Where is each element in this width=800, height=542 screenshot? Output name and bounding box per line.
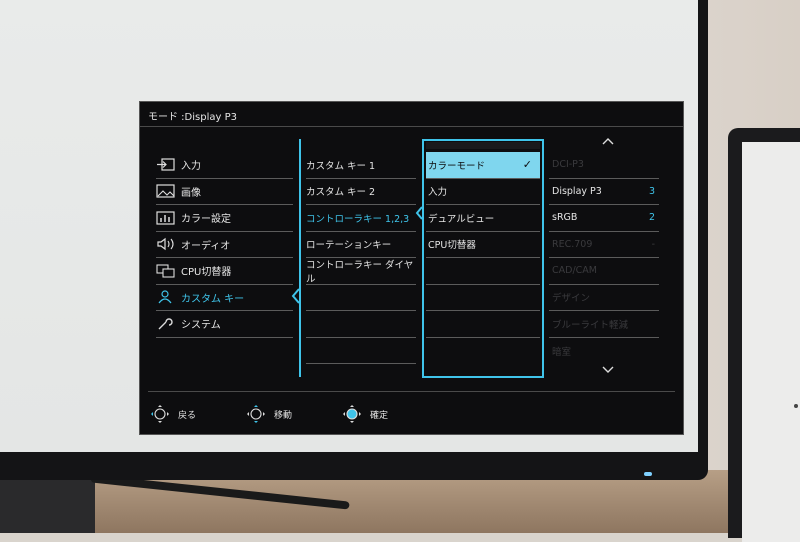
submenu-item[interactable]: コントローラキー ダイヤル bbox=[306, 258, 416, 285]
footer-move-label: 移動 bbox=[274, 410, 293, 421]
value-item[interactable]: sRGB 2 bbox=[549, 205, 659, 232]
second-monitor-screen bbox=[742, 142, 800, 542]
value-label: sRGB bbox=[552, 212, 578, 224]
option-item[interactable]: CPU切替器 bbox=[426, 232, 540, 258]
main-menu-item-audio[interactable]: オーディオ bbox=[156, 232, 293, 258]
option-empty-row bbox=[426, 258, 540, 285]
wrench-icon bbox=[156, 317, 176, 331]
value-item[interactable]: DCI-P3 bbox=[549, 152, 659, 179]
option-item-color-mode[interactable]: カラーモード ✓ bbox=[426, 152, 540, 179]
value-label: DCI-P3 bbox=[552, 159, 584, 171]
value-label: デザイン bbox=[552, 293, 591, 305]
submenu-empty-row bbox=[306, 311, 416, 338]
footer-back-label: 戻る bbox=[178, 410, 197, 421]
footer-confirm[interactable]: 確定 bbox=[340, 402, 388, 426]
osd-title-divider bbox=[140, 126, 683, 127]
main-menu-item-input[interactable]: 入力 bbox=[156, 152, 293, 179]
value-number: 3 bbox=[648, 185, 655, 197]
check-icon: ✓ bbox=[522, 158, 532, 171]
osd-menu: モード :Display P3 入力 画像 カラー設定 オーディオ CPU切替器… bbox=[139, 101, 684, 435]
options-list: カラーモード ✓ 入力 デュアルビュー CPU切替器 bbox=[426, 152, 540, 364]
input-icon bbox=[156, 158, 176, 172]
audio-icon bbox=[156, 237, 176, 251]
value-item[interactable]: ブルーライト軽減 bbox=[549, 311, 659, 338]
options-top-bar bbox=[426, 142, 540, 149]
option-empty-row bbox=[426, 338, 540, 365]
value-number: 2 bbox=[648, 212, 655, 224]
option-empty-row bbox=[426, 285, 540, 311]
main-menu-item-picture[interactable]: 画像 bbox=[156, 179, 293, 205]
nav-back-icon bbox=[151, 405, 169, 423]
color-settings-icon bbox=[156, 211, 176, 225]
osd-title: モード :Display P3 bbox=[148, 112, 237, 123]
kvm-icon bbox=[156, 264, 176, 278]
menu-divider bbox=[299, 139, 301, 377]
value-label: REC.709 bbox=[552, 238, 593, 250]
submenu-item[interactable]: カスタム キー 2 bbox=[306, 179, 416, 205]
value-number: - bbox=[651, 238, 655, 250]
option-label: カラーモード bbox=[428, 160, 486, 172]
value-item[interactable]: 暗室 bbox=[549, 338, 659, 365]
picture-icon bbox=[156, 184, 176, 198]
main-menu-label: カラー設定 bbox=[181, 214, 231, 226]
value-label: Display P3 bbox=[552, 185, 602, 197]
option-item[interactable]: デュアルビュー bbox=[426, 205, 540, 232]
footer-move[interactable]: 移動 bbox=[244, 402, 292, 426]
value-label: CAD/CAM bbox=[552, 265, 597, 277]
main-menu: 入力 画像 カラー設定 オーディオ CPU切替器 カスタム キー システム bbox=[156, 152, 293, 338]
value-label: 暗室 bbox=[552, 346, 572, 358]
main-menu-item-color-settings[interactable]: カラー設定 bbox=[156, 205, 293, 232]
submenu-empty-row bbox=[306, 338, 416, 364]
person-icon bbox=[156, 290, 176, 304]
submenu-item-selected[interactable]: コントローラキー 1,2,3 bbox=[306, 205, 416, 232]
nav-move-icon bbox=[247, 405, 265, 423]
submenu-item[interactable]: カスタム キー 1 bbox=[306, 152, 416, 179]
value-item[interactable]: Display P3 3 bbox=[549, 179, 659, 205]
chevron-up-icon[interactable] bbox=[602, 137, 614, 145]
main-menu-label: CPU切替器 bbox=[181, 267, 232, 279]
footer-divider bbox=[148, 391, 675, 392]
main-menu-label: システム bbox=[181, 320, 221, 332]
chevron-left-icon bbox=[415, 206, 423, 220]
submenu-item[interactable]: ローテーションキー bbox=[306, 232, 416, 258]
value-label: ブルーライト軽減 bbox=[552, 319, 629, 331]
main-menu-label: 画像 bbox=[181, 187, 201, 199]
value-item[interactable]: CAD/CAM bbox=[549, 258, 659, 285]
footer-confirm-label: 確定 bbox=[370, 410, 389, 421]
main-menu-item-system[interactable]: システム bbox=[156, 311, 293, 338]
nav-confirm-icon bbox=[343, 405, 361, 423]
option-empty-row bbox=[426, 311, 540, 338]
chevron-down-icon[interactable] bbox=[602, 366, 614, 374]
power-led bbox=[644, 472, 652, 476]
main-menu-item-kvm[interactable]: CPU切替器 bbox=[156, 258, 293, 285]
values-list: DCI-P3 Display P3 3 sRGB 2 REC.709 - CAD/CA… bbox=[549, 152, 659, 364]
value-item[interactable]: REC.709 - bbox=[549, 232, 659, 258]
submenu: カスタム キー 1 カスタム キー 2 コントローラキー 1,2,3 ローテーシ… bbox=[306, 152, 416, 364]
option-item[interactable]: 入力 bbox=[426, 179, 540, 205]
main-menu-label: オーディオ bbox=[181, 240, 231, 252]
chevron-left-icon bbox=[291, 288, 300, 304]
second-monitor bbox=[728, 128, 800, 542]
main-menu-label: 入力 bbox=[181, 161, 201, 173]
footer-back[interactable]: 戻る bbox=[148, 402, 196, 426]
main-menu-label: カスタム キー bbox=[181, 293, 245, 305]
main-menu-item-custom-key[interactable]: カスタム キー bbox=[156, 285, 293, 311]
value-item[interactable]: デザイン bbox=[549, 285, 659, 311]
submenu-empty-row bbox=[306, 285, 416, 311]
